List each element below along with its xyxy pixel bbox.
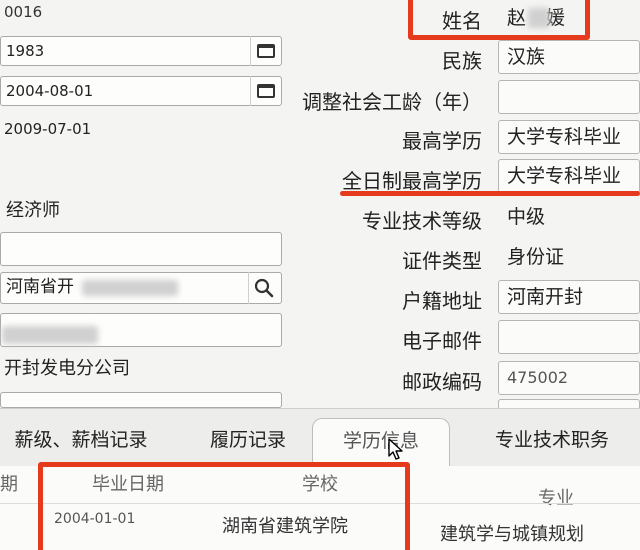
calendar-icon (256, 44, 275, 58)
field-redaction (2, 326, 98, 344)
id-type-label: 证件类型 (402, 249, 482, 273)
household-address-value: 河南开封 (507, 286, 584, 308)
id-type-field[interactable]: 身份证 (498, 240, 640, 274)
fulltime-education-value: 大学专科毕业 (507, 165, 622, 187)
empty-field-1[interactable] (0, 232, 282, 266)
ethnicity-field[interactable]: 汉族 (498, 40, 640, 74)
address-redaction (82, 280, 178, 296)
seniority-label: 调整社会工龄（年） (302, 90, 482, 114)
date-picker-button[interactable] (250, 76, 280, 106)
date-value-1: 2004-08-01 (6, 82, 94, 100)
address-search-button[interactable] (248, 272, 278, 304)
household-address-field[interactable]: 河南开封 (498, 280, 640, 314)
calendar-icon (256, 84, 275, 98)
mouse-cursor-icon (388, 438, 403, 460)
tab-education-info[interactable]: 学历信息 (312, 418, 450, 466)
year-picker-button[interactable] (250, 36, 280, 66)
ethnicity-value: 汉族 (507, 46, 546, 68)
email-field[interactable] (498, 320, 640, 354)
highest-education-value: 大学专科毕业 (507, 126, 622, 148)
email-label: 电子邮件 (402, 329, 482, 353)
search-icon (254, 278, 273, 298)
grid-cell-major[interactable]: 建筑学与城镇规划 (440, 520, 584, 546)
tab-technical-title[interactable]: 专业技术职务 (482, 418, 622, 466)
date-field-1[interactable]: 2004-08-01 (0, 76, 282, 106)
date-value-2: 2009-07-01 (4, 120, 92, 138)
technical-level-value: 中级 (507, 206, 546, 228)
highest-education-label: 最高学历 (402, 129, 482, 153)
year-field[interactable]: 1983 (0, 36, 282, 66)
technical-level-field[interactable]: 中级 (498, 200, 640, 234)
top-id-value: 0016 (4, 3, 43, 21)
fulltime-education-field[interactable]: 大学专科毕业 (498, 159, 640, 193)
highest-education-field[interactable]: 大学专科毕业 (498, 120, 640, 154)
postcode-field[interactable]: 475002 (498, 361, 640, 395)
household-address-label: 户籍地址 (402, 289, 482, 313)
postcode-value: 475002 (507, 368, 569, 387)
address-value: 河南省开 (6, 277, 74, 297)
postcode-label: 邮政编码 (402, 370, 482, 394)
tab-salary-records[interactable]: 薪级、薪档记录 (6, 418, 156, 466)
grid-header-major[interactable]: 专业 (538, 484, 574, 510)
grid-header-partial: 期 (0, 474, 18, 495)
ethnicity-label: 民族 (442, 49, 482, 73)
tab-resume-records[interactable]: 履历记录 (200, 418, 296, 466)
fulltime-education-label: 全日制最高学历 (342, 169, 482, 193)
technical-level-label: 专业技术等级 (362, 209, 482, 233)
education-highlight-box (38, 462, 410, 550)
id-type-value: 身份证 (507, 246, 565, 268)
company-value: 开封发电分公司 (4, 358, 130, 379)
partial-field-left[interactable] (0, 392, 282, 408)
title-value: 经济师 (6, 200, 60, 221)
seniority-field[interactable] (498, 80, 640, 114)
name-highlight-box (408, 0, 590, 40)
year-value: 1983 (6, 42, 45, 60)
fulltime-education-underline (340, 191, 640, 196)
